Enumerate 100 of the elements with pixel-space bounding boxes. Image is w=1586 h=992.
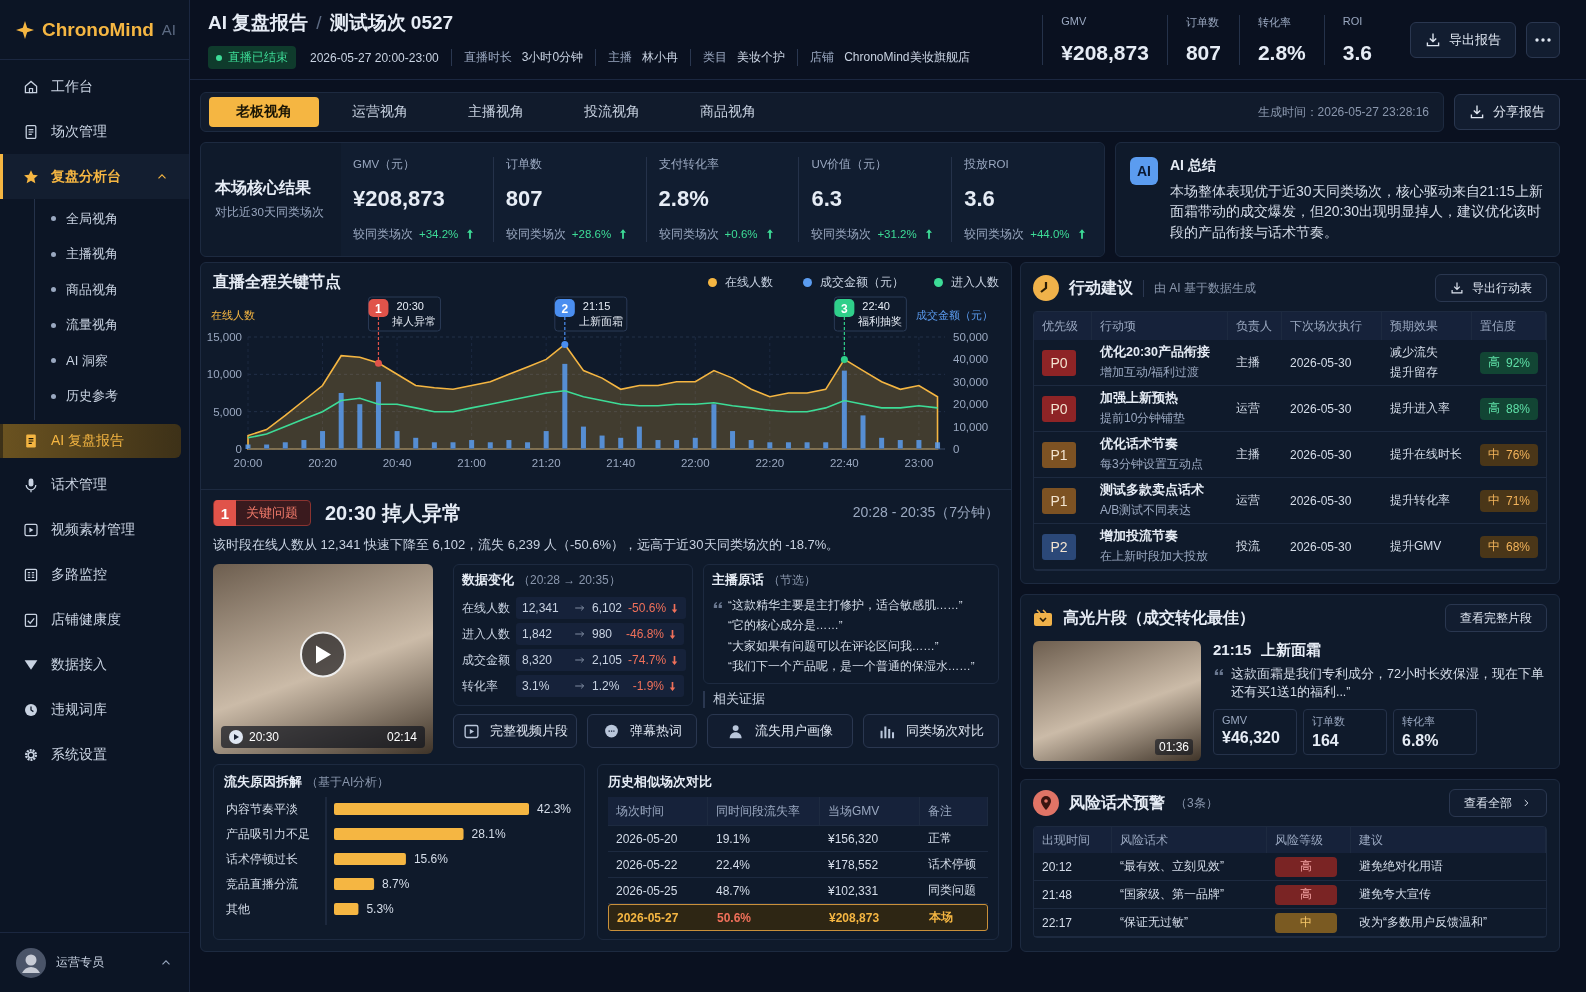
- risk-level-badge: 高: [1275, 884, 1337, 905]
- sidebar-subitem[interactable]: 主播视角: [35, 236, 189, 272]
- meta-label: 主播: [608, 49, 633, 66]
- sidebar-item[interactable]: 工作台: [0, 64, 189, 109]
- view-all-button[interactable]: 查看全部: [1449, 789, 1548, 817]
- view-tab[interactable]: 投流视角: [557, 97, 667, 127]
- column-header: 风险话术: [1112, 827, 1267, 853]
- view-clip-button[interactable]: 查看完整片段: [1445, 604, 1548, 632]
- sidebar-item[interactable]: AI 复盘报告: [0, 424, 181, 458]
- video-duration: 01:36: [1154, 739, 1193, 755]
- to-value: 2,105: [592, 653, 623, 667]
- sidebar-subitem[interactable]: 流量视角: [35, 307, 189, 343]
- download-icon: [1425, 31, 1441, 48]
- box-note: （基于AI分析）: [306, 774, 390, 791]
- axis-label: 22:00: [680, 457, 710, 469]
- sidebar-subitem[interactable]: 商品视角: [35, 272, 189, 308]
- reason-bar: [334, 853, 406, 865]
- view-tab[interactable]: 商品视角: [673, 97, 783, 127]
- sidebar-item[interactable]: 场次管理: [0, 109, 189, 154]
- metric-label: 投放ROI: [964, 157, 1010, 172]
- axis-label: 20,000: [953, 398, 989, 411]
- home-icon: [23, 78, 39, 95]
- table-cell: 2026-05-30: [1282, 478, 1382, 524]
- avatar-icon: [16, 947, 46, 978]
- breadcrumb-separator: /: [316, 12, 322, 34]
- clip-title: 上新面霜: [1261, 641, 1322, 660]
- marker-badge[interactable]: 1: [368, 299, 389, 317]
- sidebar-item[interactable]: 系统设置: [0, 732, 189, 777]
- box-title: 数据变化: [462, 571, 514, 589]
- table-cell: 2026-05-30: [1282, 524, 1382, 570]
- play-icon[interactable]: [229, 730, 243, 744]
- axis-label: 5,000: [213, 405, 242, 418]
- row-label: 进入人数: [462, 625, 511, 643]
- sidebar-subitem[interactable]: 历史参考: [35, 378, 189, 414]
- category-label: 其他: [226, 902, 250, 916]
- view-tab[interactable]: 主播视角: [441, 97, 551, 127]
- sparkle-icon: [16, 20, 34, 39]
- evidence-button[interactable]: 流失用户画像: [707, 714, 853, 748]
- metric-value: ¥208,873: [353, 186, 446, 213]
- box-title: 历史相似场次对比: [608, 773, 712, 791]
- effect-text: 提升留存: [1390, 364, 1438, 381]
- evidence-button[interactable]: 弹幕热词: [587, 714, 697, 748]
- export-button[interactable]: 导出报告: [1410, 21, 1516, 58]
- column-header: 出现时间: [1034, 827, 1112, 853]
- axis-label: 0: [953, 443, 960, 455]
- issue-time-range: 20:28 - 20:35（7分钟）: [852, 504, 999, 522]
- action-title: 优化20:30产品衔接: [1100, 344, 1210, 361]
- change-value: +31.2%: [877, 228, 917, 241]
- value-label: 42.3%: [537, 802, 572, 816]
- gmv-bar: [282, 442, 288, 449]
- sidebar-item[interactable]: 话术管理: [0, 462, 189, 507]
- sidebar-subitem[interactable]: AI 洞察: [35, 343, 189, 379]
- issue-description: 该时段在线人数从 12,341 快速下降至 6,102，流失 6,239 人（-50.6%），远高于近30天同类场次的 -18.7%。: [213, 536, 841, 554]
- axis-label: 20:00: [233, 457, 263, 469]
- sidebar-item[interactable]: 复盘分析台: [0, 154, 189, 199]
- axis-label: 30,000: [953, 375, 989, 388]
- axis-label: 22:20: [755, 457, 785, 469]
- clip-time: 21:15: [1213, 641, 1252, 660]
- annotation-time: 20:30: [396, 300, 424, 312]
- column-header: 建议: [1351, 827, 1547, 853]
- sidebar-item[interactable]: 违规词库: [0, 687, 189, 732]
- view-tab[interactable]: 运营视角: [325, 97, 435, 127]
- view-tab[interactable]: 老板视角: [209, 97, 319, 127]
- logo-suffix: AI: [161, 21, 177, 38]
- sidebar-item[interactable]: 多路监控: [0, 552, 189, 597]
- share-button[interactable]: 分享报告: [1454, 94, 1560, 130]
- more-button[interactable]: [1526, 21, 1560, 58]
- meta-value: 2026-05-27 20:00-23:00: [310, 50, 439, 65]
- section-title: 风险话术预警: [1069, 792, 1165, 813]
- stat-value: ¥208,873: [1061, 40, 1149, 65]
- sidebar-subitem[interactable]: 全局视角: [35, 201, 189, 237]
- axis-label: 15,000: [206, 331, 242, 343]
- gmv-bar: [264, 444, 270, 449]
- play-button[interactable]: [300, 631, 346, 678]
- gmv-bar: [580, 426, 586, 449]
- meta-value: ChronoMind美妆旗舰店: [844, 49, 970, 66]
- evidence-button[interactable]: 完整视频片段: [453, 714, 577, 748]
- play-icon: [23, 521, 39, 538]
- metric-label: 订单数: [505, 157, 543, 172]
- export-button[interactable]: 导出行动表: [1435, 274, 1548, 302]
- section-title: 本场核心结果: [215, 178, 312, 199]
- category-label: 竞品直播分流: [226, 877, 298, 891]
- settings-icon: [23, 746, 39, 763]
- issue-tag: 1 关键问题: [213, 500, 311, 526]
- gmv-bar: [879, 437, 885, 449]
- metric-label: 支付转化率: [658, 157, 720, 172]
- table-cell: 主播: [1228, 340, 1282, 386]
- leader-line: [374, 316, 382, 367]
- axis-title: 成交金额（元）: [916, 309, 993, 321]
- sidebar-item[interactable]: 视频素材管理: [0, 507, 189, 552]
- table-cell: 21:48: [1034, 881, 1112, 909]
- evidence-button[interactable]: 同类场次对比: [863, 714, 999, 748]
- gmv-bar: [655, 440, 661, 449]
- sidebar-item[interactable]: 店铺健康度: [0, 597, 189, 642]
- generated-time: 生成时间：2026-05-27 23:28:16: [1257, 103, 1430, 121]
- change-value: +34.2%: [419, 228, 459, 241]
- metric-value: 3.6: [964, 186, 996, 213]
- metric-value: 2.8%: [658, 186, 710, 213]
- sidebar-item[interactable]: 数据接入: [0, 642, 189, 687]
- gmv-bar: [320, 431, 326, 449]
